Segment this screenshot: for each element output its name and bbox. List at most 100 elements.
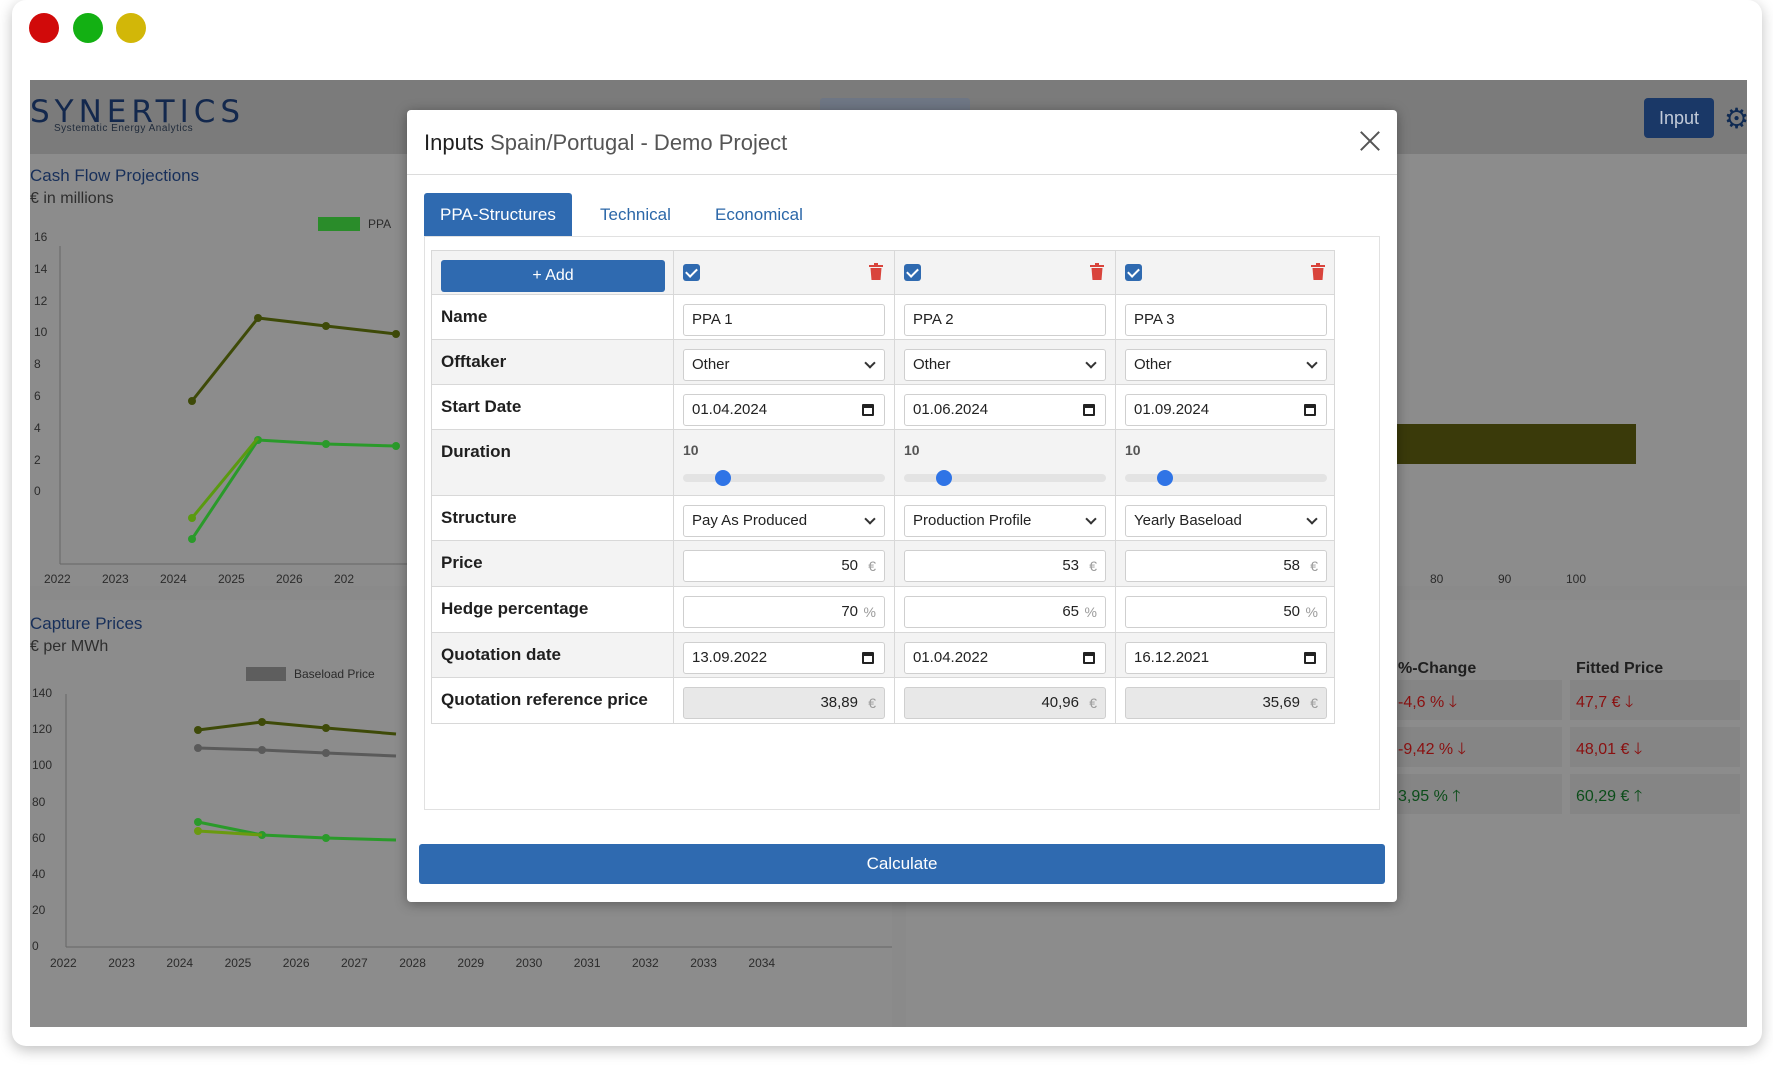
field-value: 70 (841, 603, 858, 620)
structure-select[interactable]: Yearly Baseload (1125, 505, 1327, 537)
price-input[interactable]: 53 € (904, 550, 1106, 582)
calendar-icon[interactable] (1304, 404, 1316, 416)
arrow-down-icon: 🡓 (1448, 694, 1458, 711)
row-label: Name (441, 307, 488, 326)
start-date-input[interactable]: 01.09.2024 (1125, 394, 1327, 426)
plus-icon: + (532, 267, 542, 284)
price-input[interactable]: 50 € (683, 550, 885, 582)
table-header-change: %-Change (1398, 660, 1477, 677)
row-start-date: Start Date 01.04.2024 01.06.2024 01.09.2024 (432, 385, 1334, 430)
tab-ppa-structures[interactable]: PPA-Structures (424, 193, 572, 236)
modal-title: Inputs Spain/Portugal - Demo Project (424, 130, 787, 156)
slider-thumb[interactable] (936, 470, 953, 486)
offtaker-select[interactable]: Other (1125, 349, 1327, 381)
date-value: 16.12.2021 (1134, 649, 1210, 666)
duration-slider[interactable] (683, 470, 885, 486)
hedge-input[interactable]: 50% (1125, 596, 1327, 628)
ppa-cell: 53 € (895, 541, 1116, 586)
ppa-cell: 01.09.2024 (1116, 385, 1336, 429)
trash-icon[interactable] (1090, 263, 1104, 280)
ppa-cell: 70% (674, 587, 895, 632)
quotation-date-input[interactable]: 16.12.2021 (1125, 642, 1327, 674)
trash-icon[interactable] (869, 263, 883, 280)
offtaker-select[interactable]: Other (683, 349, 885, 381)
ppa-enabled-checkbox[interactable] (1125, 264, 1142, 281)
structure-select[interactable]: Pay As Produced (683, 505, 885, 537)
ppa-cell: 01.04.2022 (895, 633, 1116, 677)
row-label-cell: Quotation date (432, 633, 674, 677)
window-frame: SYNERTICS Systematic Energy Analytics In… (12, 0, 1762, 1046)
unit-label: % (1305, 604, 1318, 620)
change-cell: -4,6 % 🡓 (1398, 694, 1458, 711)
logo-subtitle: Systematic Energy Analytics (54, 123, 194, 134)
close-icon[interactable] (1357, 128, 1383, 154)
ppa-cell: PPA 2 (895, 295, 1116, 339)
slider-thumb[interactable] (1157, 470, 1174, 486)
field-value: 65 (1062, 603, 1079, 620)
unit-label: € (1310, 558, 1318, 574)
modal-title-label: Inputs (424, 130, 484, 155)
modal-header: Inputs Spain/Portugal - Demo Project (407, 110, 1397, 175)
tab-bar: PPA-Structures Technical Economical (424, 193, 1380, 236)
row-duration: Duration 10 10 10 (432, 430, 1334, 496)
ppa-enabled-checkbox[interactable] (683, 264, 700, 281)
duration-slider[interactable] (904, 470, 1106, 486)
name-input[interactable]: PPA 2 (904, 304, 1106, 336)
date-value: 01.06.2024 (913, 401, 989, 418)
arrow-down-icon: 🡓 (1624, 694, 1634, 711)
arrow-up-icon: 🡑 (1633, 788, 1643, 805)
calculate-button[interactable]: Calculate (419, 844, 1385, 884)
calendar-icon[interactable] (862, 404, 874, 416)
trash-icon[interactable] (1311, 263, 1325, 280)
change-cell: 3,95 % 🡑 (1398, 788, 1461, 805)
row-label: Duration (441, 442, 511, 461)
close-window-button[interactable] (29, 13, 59, 43)
row-label-cell: Start Date (432, 385, 674, 429)
calendar-icon[interactable] (1083, 404, 1095, 416)
ppa-cell: Other (1116, 340, 1336, 384)
minimize-window-button[interactable] (116, 13, 146, 43)
quotation-date-input[interactable]: 01.04.2022 (904, 642, 1106, 674)
structure-select[interactable]: Production Profile (904, 505, 1106, 537)
name-input[interactable]: PPA 3 (1125, 304, 1327, 336)
slider-thumb[interactable] (715, 470, 732, 486)
start-date-input[interactable]: 01.04.2024 (683, 394, 885, 426)
chevron-down-icon (1306, 513, 1318, 525)
start-date-input[interactable]: 01.06.2024 (904, 394, 1106, 426)
duration-value: 10 (683, 442, 699, 458)
offtaker-select[interactable]: Other (904, 349, 1106, 381)
calendar-icon[interactable] (1083, 652, 1095, 664)
maximize-window-button[interactable] (73, 13, 103, 43)
selected-value: Production Profile (913, 512, 1032, 529)
row-label: Quotation reference price (441, 690, 648, 709)
ppa-cell: 65% (895, 587, 1116, 632)
gear-icon[interactable]: ⚙ (1724, 102, 1747, 135)
ppa-cell: 50 € (674, 541, 895, 586)
input-button[interactable]: Input (1644, 98, 1714, 138)
field-value: 35,69 (1262, 694, 1300, 711)
name-input[interactable]: PPA 1 (683, 304, 885, 336)
calendar-icon[interactable] (862, 652, 874, 664)
grid-header-row: + Add (432, 251, 1334, 295)
ppa-cell: 50% (1116, 587, 1336, 632)
arrow-down-icon: 🡓 (1457, 741, 1466, 758)
hedge-input[interactable]: 65% (904, 596, 1106, 628)
quotation-date-input[interactable]: 13.09.2022 (683, 642, 885, 674)
ppa-cell: 10 (895, 430, 1116, 495)
ppa-cell: PPA 1 (674, 295, 895, 339)
ppa-enabled-checkbox[interactable] (904, 264, 921, 281)
hedge-input[interactable]: 70% (683, 596, 885, 628)
price-input[interactable]: 58 € (1125, 550, 1327, 582)
row-structure: Structure Pay As Produced Production Profi… (432, 496, 1334, 541)
fitted-cell: 60,29 € 🡑 (1576, 788, 1643, 805)
duration-slider[interactable] (1125, 470, 1327, 486)
arrow-up-icon: 🡑 (1452, 788, 1461, 805)
row-hedge: Hedge percentage 70% 65% 50% (432, 587, 1334, 633)
tab-economical[interactable]: Economical (699, 193, 819, 236)
tab-technical[interactable]: Technical (584, 193, 687, 236)
date-value: 13.09.2022 (692, 649, 768, 666)
calendar-icon[interactable] (1304, 652, 1316, 664)
row-label: Hedge percentage (441, 599, 589, 618)
row-label-cell: Quotation reference price (432, 678, 674, 723)
add-ppa-button[interactable]: + Add (441, 260, 665, 292)
